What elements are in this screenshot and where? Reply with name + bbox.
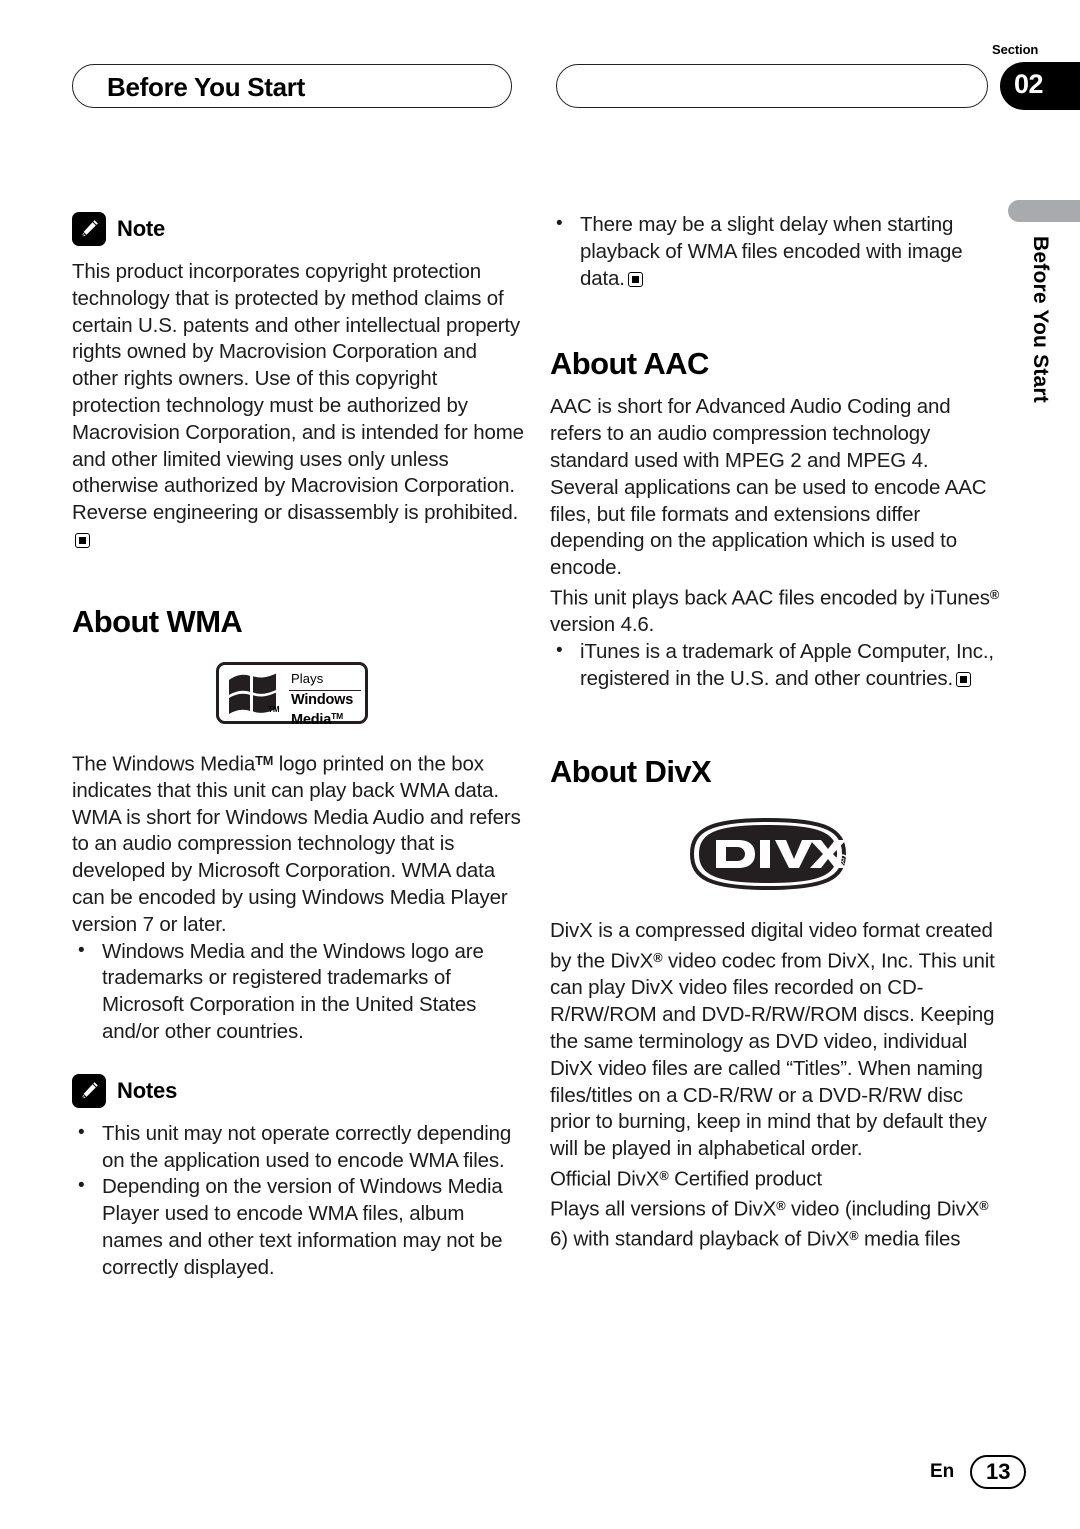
divx-plays-part3: 6) with standard playback of DivX [550, 1227, 850, 1251]
aac-paragraph-2: This unit plays back AAC files encoded b… [550, 582, 1002, 639]
aac-bullet-list: iTunes is a trademark of Apple Computer,… [550, 638, 1002, 693]
about-aac-heading: About AAC [550, 346, 709, 382]
wma-logo-brand-line1: Windows [291, 691, 354, 708]
wma-paragraph-1: The Windows MediaTM logo printed on the … [72, 748, 524, 805]
wma-bullet-list: Windows Media and the Windows logo are t… [72, 938, 524, 1046]
end-of-note-marker [956, 671, 972, 687]
page-header: Before You Start [72, 64, 1008, 110]
list-item: This unit may not operate correctly depe… [72, 1120, 524, 1175]
aac-paragraph-2-part2: version 4.6. [550, 613, 655, 637]
aac-paragraph-1: AAC is short for Advanced Audio Coding a… [550, 395, 987, 580]
section-number: 02 [1014, 69, 1044, 99]
divx-certified-part2: Certified product [668, 1167, 822, 1191]
divx-plays-line: Plays all versions of DivX ® video (inclu… [550, 1193, 1002, 1253]
divx-logo: R [682, 816, 854, 892]
registered-icon: ® [989, 586, 1000, 602]
wma-paragraph-1-part1: The Windows Media [72, 752, 256, 776]
end-of-note-marker [627, 271, 643, 287]
divx-certified-line: Official DivX® Certified product [550, 1163, 1002, 1193]
registered-icon: ® [979, 1198, 989, 1214]
page-footer: En 13 [930, 1455, 1027, 1489]
section-label: Section [992, 42, 1039, 57]
note-heading: Note [72, 212, 524, 246]
divx-paragraph: DivX is a compressed digital video forma… [550, 918, 1002, 1163]
registered-icon: ® [849, 1228, 859, 1244]
section-number-tab: 02 [1000, 62, 1080, 110]
list-item: iTunes is a trademark of Apple Computer,… [550, 638, 1002, 693]
list-item: Windows Media and the Windows logo are t… [72, 938, 524, 1046]
notes-bullet-list: This unit may not operate correctly depe… [72, 1120, 524, 1282]
notes-title: Notes [117, 1077, 178, 1103]
aac-bullet-text: iTunes is a trademark of Apple Computer,… [580, 639, 994, 690]
list-item: There may be a slight delay when startin… [550, 211, 1002, 292]
wma-logo-brand-tm: TM [331, 710, 343, 721]
header-empty-pill [556, 64, 988, 108]
page-number: 13 [970, 1455, 1027, 1489]
wma-logo-plays-label: Plays [291, 670, 324, 686]
pencil-icon [72, 1073, 106, 1108]
wma-paragraph-1-tm: TM [255, 752, 274, 768]
end-of-note-marker [75, 532, 90, 548]
side-tab-label: Before You Start [1029, 236, 1052, 403]
chapter-title-pill: Before You Start [72, 64, 512, 108]
list-item: Depending on the version of Windows Medi… [72, 1173, 524, 1281]
windows-flag-tm: TM [268, 704, 280, 714]
side-tab-bar [1008, 200, 1080, 222]
wma-paragraph-2: WMA is short for Windows Media Audio and… [72, 805, 521, 936]
divx-plays-part1: Plays all versions of DivX [550, 1197, 777, 1221]
wma-delay-bullet-list: There may be a slight delay when startin… [550, 211, 1002, 292]
windows-media-logo: TM Plays Windows MediaTM [216, 661, 368, 728]
divx-certified-part1: Official DivX [550, 1167, 660, 1191]
svg-text:R: R [839, 857, 845, 866]
note-title: Note [117, 216, 166, 241]
divx-plays-part4: media files [858, 1227, 961, 1251]
registered-icon: ® [659, 1167, 669, 1183]
footer-language: En [930, 1461, 955, 1482]
wma-logo-brand-line2: Media [291, 711, 332, 728]
page-title: Before You Start [107, 72, 305, 102]
pencil-icon [72, 212, 106, 246]
notes-heading: Notes [72, 1073, 524, 1108]
divx-plays-part2: video (including DivX [785, 1197, 980, 1221]
left-column: Note This product incorporates copyright… [72, 212, 524, 1282]
note-body: This product incorporates copyright prot… [72, 259, 524, 554]
about-wma-heading: About WMA [72, 603, 243, 639]
note-body-text: This product incorporates copyright prot… [72, 260, 524, 525]
divx-paragraph-line2: video codec from DivX, Inc. This unit ca… [550, 949, 995, 1161]
wma-logo-brand: Windows MediaTM [291, 692, 353, 728]
right-column: There may be a slight delay when startin… [550, 211, 1002, 1253]
about-divx-heading: About DivX [550, 754, 712, 790]
aac-paragraph-2-part1: This unit plays back AAC files encoded b… [550, 586, 990, 610]
